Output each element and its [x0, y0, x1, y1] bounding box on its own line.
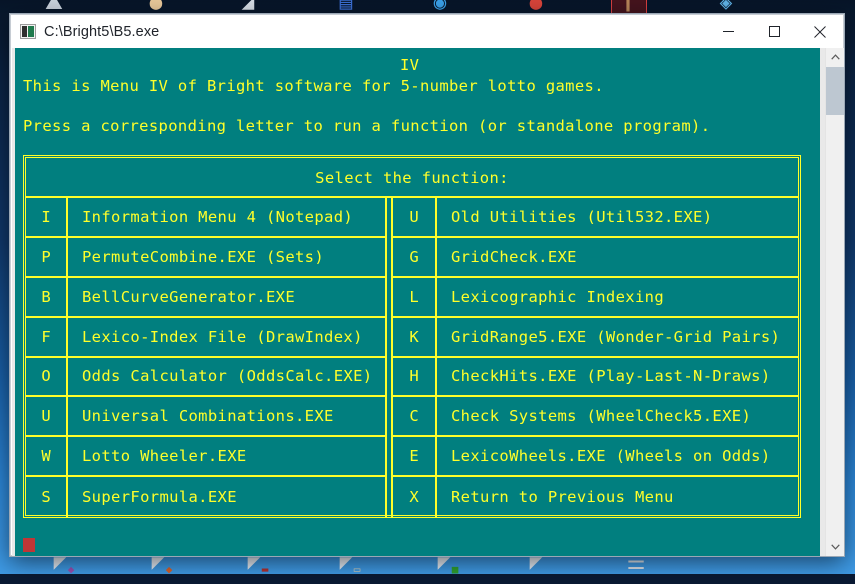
- menu-item-label: Lotto Wheeler.EXE: [82, 447, 247, 466]
- menu-table-header: Select the function:: [26, 158, 798, 198]
- menu-row-h-right[interactable]: H CheckHits.EXE (Play-Last-N-Draws): [393, 357, 798, 398]
- menu-item-label: LexicoWheels.EXE (Wheels on Odds): [451, 447, 771, 466]
- console-window: C:\Bright5\B5.exe IV This is Menu IV of …: [10, 14, 844, 556]
- window-titlebar[interactable]: C:\Bright5\B5.exe: [11, 15, 843, 48]
- menu-row-k-right[interactable]: K GridRange5.EXE (Wonder-Grid Pairs): [393, 317, 798, 358]
- menu-key-letter: B: [26, 277, 68, 316]
- window-title: C:\Bright5\B5.exe: [44, 23, 160, 40]
- console-cursor: [23, 538, 35, 552]
- menu-item-label: Check Systems (WheelCheck5.EXE): [451, 407, 752, 426]
- desktop-icon-badge: ■: [451, 563, 459, 576]
- menu-key-letter: K: [393, 317, 437, 356]
- menu-row-l-right[interactable]: L Lexicographic Indexing: [393, 277, 798, 318]
- menu-item-label: CheckHits.EXE (Play-Last-N-Draws): [451, 367, 771, 386]
- menu-key-letter: S: [26, 477, 68, 517]
- intro-line: This is Menu IV of Bright software for 5…: [23, 77, 604, 95]
- menu-row-e-right[interactable]: E LexicoWheels.EXE (Wheels on Odds): [393, 437, 798, 478]
- menu-item-label: Old Utilities (Util532.EXE): [451, 207, 713, 226]
- window-controls: [705, 15, 843, 48]
- menu-column-right: U Old Utilities (Util532.EXE) G GridCheck.E…: [391, 198, 798, 517]
- menu-key-letter: P: [26, 237, 68, 276]
- menu-column-left: I Information Menu 4 (Notepad) P PermuteCom…: [26, 198, 387, 517]
- desktop-icon-badge: ◆: [165, 563, 173, 576]
- menu-key-letter: U: [26, 397, 68, 436]
- desktop-icon-badge: ▭: [353, 563, 361, 576]
- menu-number-heading: IV: [400, 56, 420, 74]
- menu-table-body: I Information Menu 4 (Notepad) P PermuteCom…: [26, 198, 798, 517]
- menu-item-label: GridRange5.EXE (Wonder-Grid Pairs): [451, 327, 781, 346]
- console-screen[interactable]: IV This is Menu IV of Bright software fo…: [15, 48, 820, 556]
- scroll-up-arrow-icon[interactable]: [826, 48, 844, 66]
- menu-key-letter: F: [26, 317, 68, 356]
- menu-row-u-left[interactable]: U Universal Combinations.EXE: [26, 397, 385, 438]
- menu-row-u-right[interactable]: U Old Utilities (Util532.EXE): [393, 198, 798, 238]
- menu-row-b-left[interactable]: B BellCurveGenerator.EXE: [26, 277, 385, 318]
- menu-row-c-right[interactable]: C Check Systems (WheelCheck5.EXE): [393, 397, 798, 438]
- menu-item-label: BellCurveGenerator.EXE: [82, 287, 295, 306]
- menu-key-letter: G: [393, 237, 437, 276]
- menu-item-label: Lexicographic Indexing: [451, 287, 664, 306]
- menu-item-label: Information Menu 4 (Notepad): [82, 207, 354, 226]
- menu-row-s-left[interactable]: S SuperFormula.EXE: [26, 477, 385, 517]
- menu-row-i-left[interactable]: I Information Menu 4 (Notepad): [26, 198, 385, 238]
- desktop-icon-badge: ▬: [261, 563, 269, 576]
- menu-row-x-right[interactable]: X Return to Previous Menu: [393, 477, 798, 517]
- menu-row-f-left[interactable]: F Lexico-Index File (DrawIndex): [26, 317, 385, 358]
- menu-item-label: Odds Calculator (OddsCalc.EXE): [82, 367, 373, 386]
- desktop-icon-badge: ◆: [67, 563, 75, 576]
- scroll-down-arrow-icon[interactable]: [826, 538, 844, 556]
- instruction-line: Press a corresponding letter to run a fu…: [23, 117, 711, 135]
- menu-table-header-text: Select the function:: [315, 169, 509, 187]
- minimize-button[interactable]: [705, 15, 751, 48]
- menu-item-label: SuperFormula.EXE: [82, 488, 237, 507]
- menu-key-letter: L: [393, 277, 437, 316]
- menu-item-label: GridCheck.EXE: [451, 247, 577, 266]
- menu-item-label: PermuteCombine.EXE (Sets): [82, 247, 325, 266]
- menu-key-letter: U: [393, 198, 437, 236]
- menu-row-g-right[interactable]: G GridCheck.EXE: [393, 237, 798, 278]
- menu-key-letter: O: [26, 357, 68, 396]
- function-menu-table: Select the function: I Information Menu 4…: [23, 155, 801, 518]
- menu-item-label: Universal Combinations.EXE: [82, 407, 334, 426]
- close-button[interactable]: [797, 15, 843, 48]
- scrollbar-thumb[interactable]: [826, 67, 844, 115]
- console-app-icon: [20, 24, 36, 39]
- menu-row-w-left[interactable]: W Lotto Wheeler.EXE: [26, 437, 385, 478]
- menu-key-letter: E: [393, 437, 437, 476]
- console-client-area: IV This is Menu IV of Bright software fo…: [12, 48, 844, 556]
- menu-key-letter: C: [393, 397, 437, 436]
- menu-item-label: Return to Previous Menu: [451, 488, 674, 507]
- menu-key-letter: H: [393, 357, 437, 396]
- menu-row-o-left[interactable]: O Odds Calculator (OddsCalc.EXE): [26, 357, 385, 398]
- menu-item-label: Lexico-Index File (DrawIndex): [82, 327, 363, 346]
- menu-row-p-left[interactable]: P PermuteCombine.EXE (Sets): [26, 237, 385, 278]
- console-vertical-scrollbar[interactable]: [825, 48, 844, 556]
- maximize-button[interactable]: [751, 15, 797, 48]
- menu-key-letter: X: [393, 477, 437, 517]
- menu-key-letter: W: [26, 437, 68, 476]
- menu-key-letter: I: [26, 198, 68, 236]
